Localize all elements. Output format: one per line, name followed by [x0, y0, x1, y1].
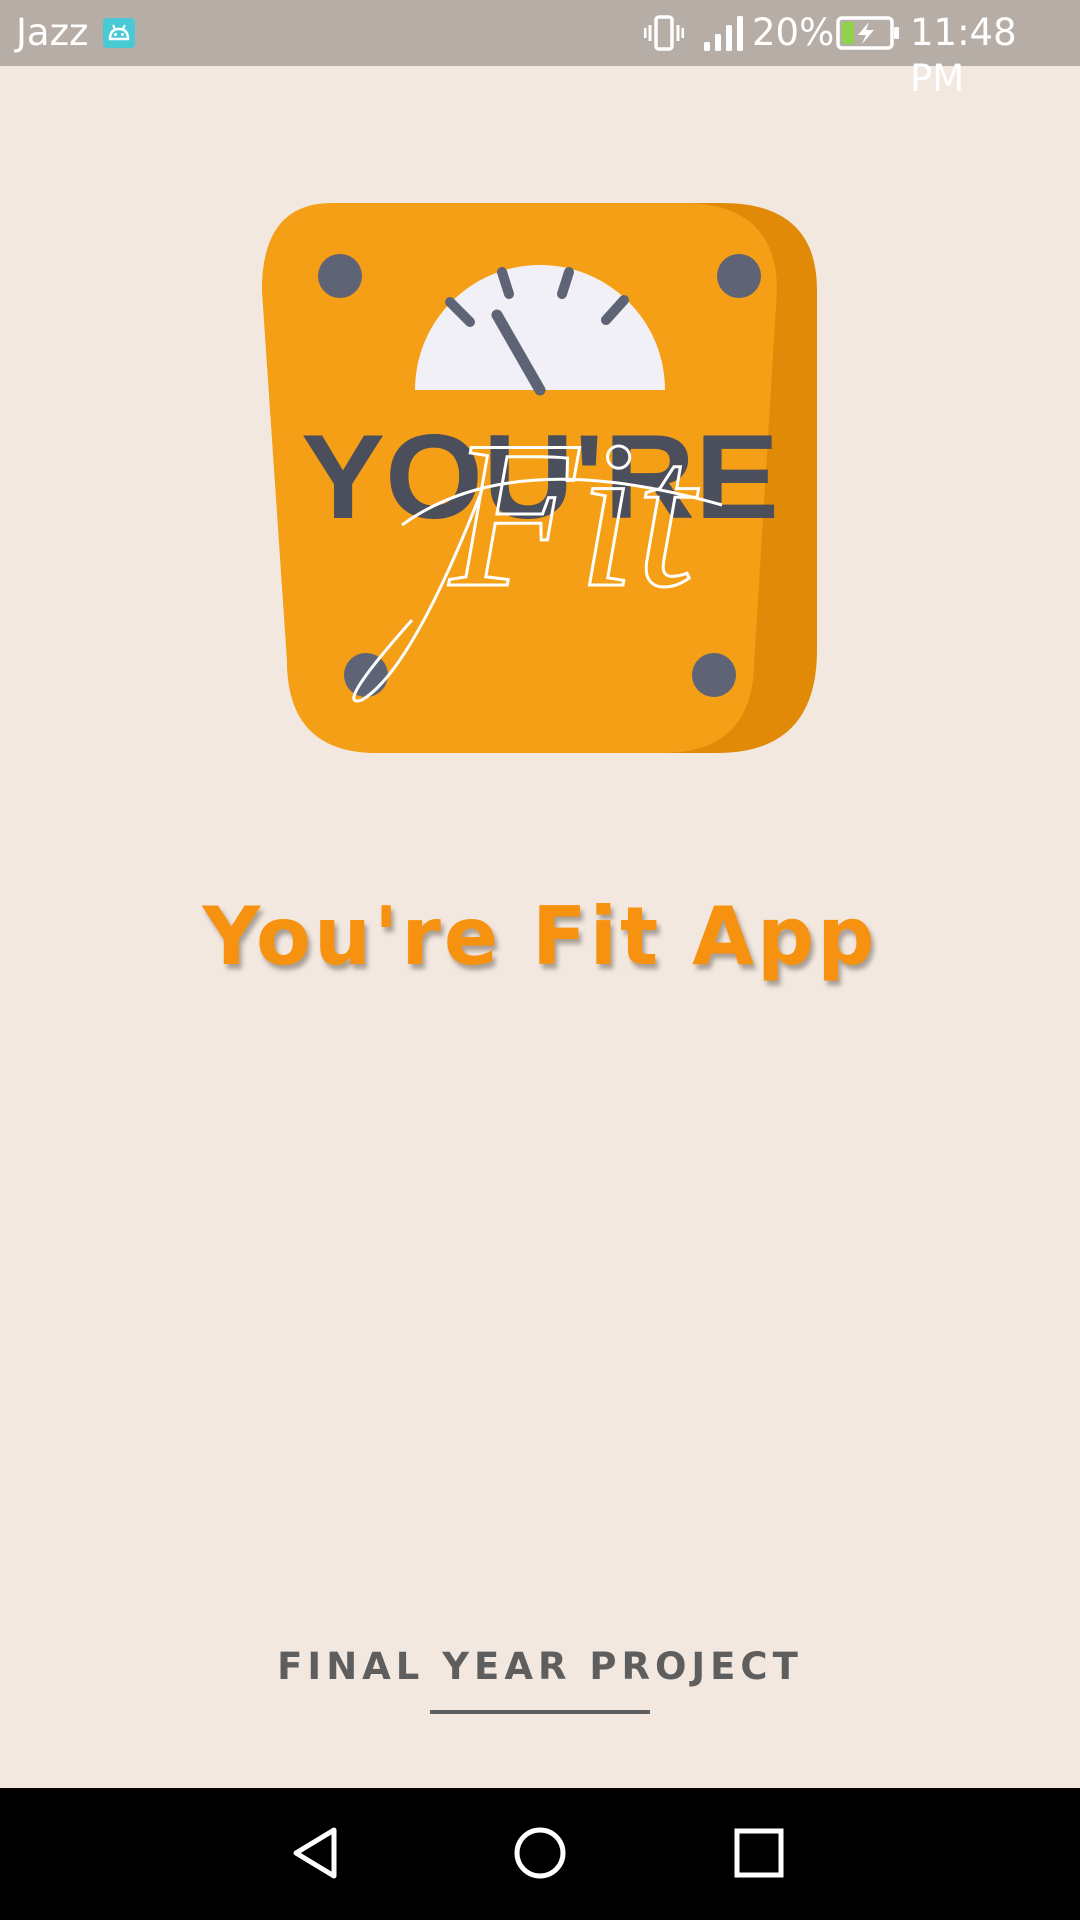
navigation-bar — [0, 1788, 1080, 1920]
status-bar: Jazz 20% 11:48 PM — [0, 0, 1080, 100]
vibrate-icon — [644, 15, 684, 51]
back-icon[interactable] — [284, 1818, 354, 1888]
screw-top-left — [318, 254, 362, 298]
carrier-name: Jazz — [16, 11, 89, 54]
screw-bottom-right — [692, 653, 736, 697]
logo-script: Fit — [448, 399, 700, 631]
app-title: You're Fit App — [202, 890, 878, 983]
battery-percent: 20% — [752, 11, 835, 54]
footer-underline — [430, 1710, 650, 1714]
home-icon[interactable] — [505, 1818, 575, 1888]
footer-project-label: FINAL YEAR PROJECT — [277, 1645, 803, 1688]
recents-icon[interactable] — [724, 1818, 794, 1888]
battery-charging-icon — [836, 16, 899, 50]
signal-icon — [704, 16, 743, 51]
clock: 11:48 PM — [910, 11, 1017, 100]
android-icon — [103, 18, 135, 48]
screw-top-right — [717, 254, 761, 298]
app-logo: YOU'RE Fit — [262, 203, 817, 753]
